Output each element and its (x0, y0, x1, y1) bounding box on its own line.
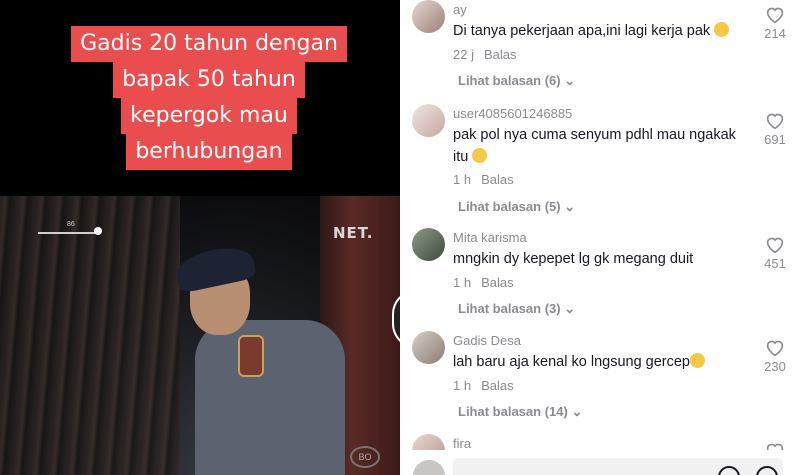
comment-text-content: Di tanya pekerjaan apa,ini lagi kerja pa… (453, 23, 711, 39)
comment-text: mngkin dy kepepet lg gk megang duit (453, 251, 694, 267)
reply-button[interactable]: Balas (481, 275, 514, 290)
avatar[interactable] (412, 0, 445, 33)
video-player[interactable]: NET. 86 BO Gadis 20 tahun dengan bapak 5… (0, 0, 400, 475)
video-door-left (0, 196, 180, 475)
comment-time: 1 h (453, 172, 472, 187)
comment-meta: 1 h Balas (453, 275, 514, 290)
heart-icon (766, 113, 784, 130)
video-caption: Gadis 20 tahun dengan bapak 50 tahun kep… (70, 26, 348, 170)
view-replies-label: Lihat balasan (14) (458, 404, 568, 419)
chevron-down-icon: ⌄ (564, 301, 576, 316)
comment-text: pak pol nya cuma senyum pdhl mau ngakak … (453, 124, 743, 168)
comment-meta: 1 h Balas (453, 378, 514, 393)
comment-time: 1 h (453, 275, 472, 290)
view-replies-label: Lihat balasan (6) (458, 73, 561, 88)
like-button[interactable]: 230 (760, 339, 790, 374)
reply-button[interactable]: Balas (484, 47, 517, 62)
comment-text-content: lah baru aja kenal ko lngsung gercep (453, 354, 690, 370)
comment-username[interactable]: ay (453, 2, 467, 17)
comment-time: 22 j (453, 47, 474, 62)
video-watermark-icon: BO (350, 446, 380, 468)
flushed-face-icon (690, 353, 705, 368)
chevron-down-icon: ⌄ (564, 199, 576, 214)
avatar[interactable] (412, 104, 445, 137)
avatar[interactable] (412, 331, 445, 364)
comment-meta: 1 h Balas (453, 172, 514, 187)
heart-icon (766, 340, 784, 357)
view-replies-button[interactable]: Lihat balasan (5) ⌄ (458, 199, 575, 215)
heart-icon (766, 7, 784, 24)
view-replies-button[interactable]: Lihat balasan (3) ⌄ (458, 301, 575, 317)
video-scrubber-number: 86 (67, 221, 75, 228)
view-replies-label: Lihat balasan (3) (458, 301, 561, 316)
comment-text-content: pak pol nya cuma senyum pdhl mau ngakak … (453, 127, 736, 165)
like-button[interactable]: 214 (760, 6, 790, 41)
reply-button[interactable]: Balas (481, 378, 514, 393)
heart-icon (766, 237, 784, 254)
like-button[interactable]: 451 (760, 236, 790, 271)
caption-line: kepergok mau (121, 98, 297, 134)
like-count: 230 (764, 359, 786, 374)
view-replies-label: Lihat balasan (5) (458, 199, 561, 214)
comment-username[interactable]: fira (453, 436, 471, 451)
caption-line: bapak 50 tahun (113, 62, 305, 98)
reply-button[interactable]: Balas (481, 172, 514, 187)
channel-logo: NET. (333, 224, 374, 242)
comment-username[interactable]: Mita karisma (453, 230, 527, 245)
chevron-down-icon: ⌄ (571, 404, 583, 419)
tears-of-joy-icon (472, 148, 488, 163)
comment-username[interactable]: user4085601246885 (453, 106, 572, 121)
avatar[interactable] (412, 228, 445, 261)
like-count: 451 (764, 256, 786, 271)
like-button[interactable]: 691 (760, 112, 790, 147)
like-count: 691 (764, 132, 786, 147)
caption-line: berhubungan (126, 134, 292, 170)
like-count: 214 (764, 26, 786, 41)
video-officer-body (195, 320, 345, 475)
comments-panel: ay Di tanya pekerjaan apa,ini lagi kerja… (400, 0, 800, 475)
video-scrubber-handle[interactable] (94, 227, 102, 235)
comment-meta: 22 j Balas (453, 47, 517, 62)
view-replies-button[interactable]: Lihat balasan (14) ⌄ (458, 404, 582, 420)
comment-time: 1 h (453, 378, 472, 393)
chevron-down-icon: ⌄ (564, 73, 576, 88)
my-avatar (413, 460, 445, 475)
view-replies-button[interactable]: Lihat balasan (6) ⌄ (458, 73, 575, 89)
video-scrubber[interactable] (38, 232, 96, 234)
caption-line: Gadis 20 tahun dengan (71, 26, 347, 62)
comment-text: Di tanya pekerjaan apa,ini lagi kerja pa… (453, 20, 743, 42)
comment-input-bar (400, 450, 800, 475)
comment-text: lah baru aja kenal ko lngsung gercep (453, 351, 743, 373)
video-officer-badge (238, 335, 264, 377)
pleading-face-icon (714, 22, 730, 37)
comment-username[interactable]: Gadis Desa (453, 333, 521, 348)
